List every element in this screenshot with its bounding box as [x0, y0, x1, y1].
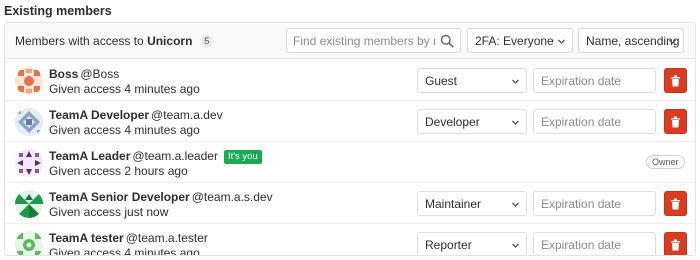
member-username: @team.a.dev [151, 108, 223, 122]
expiration-date-input[interactable] [533, 109, 656, 134]
avatar[interactable] [15, 190, 43, 218]
filter-2fa-label: 2FA: Everyone [475, 34, 554, 48]
trash-icon [671, 75, 680, 87]
member-access-time: Given access 4 minutes ago [49, 82, 200, 96]
members-panel: Members with access to Unicorn 5 2FA: Ev… [4, 22, 696, 256]
member-username: @team.a.tester [125, 231, 208, 245]
chevron-down-icon [669, 39, 676, 44]
remove-member-button[interactable] [664, 191, 687, 216]
chevron-down-icon [512, 79, 519, 84]
member-username: @team.a.s.dev [191, 190, 273, 204]
member-name[interactable]: Boss [49, 67, 78, 81]
role-dropdown[interactable]: Developer [417, 109, 527, 134]
trash-icon [671, 116, 680, 128]
role-label: Guest [425, 74, 458, 88]
chevron-down-icon [512, 202, 519, 207]
remove-member-button[interactable] [664, 232, 687, 255]
member-row: Boss @Boss Given access 4 minutes ago Gue… [5, 60, 695, 101]
members-heading: Members with access to Unicorn 5 [15, 34, 213, 48]
filter-2fa-dropdown[interactable]: 2FA: Everyone [467, 28, 573, 53]
its-you-badge: It's you [223, 150, 262, 164]
avatar[interactable] [15, 108, 43, 136]
avatar[interactable] [15, 231, 43, 255]
member-access-time: Given access 4 minutes ago [49, 123, 200, 137]
heading-prefix: Members with access to [15, 34, 144, 48]
expiration-date-input[interactable] [533, 68, 656, 93]
member-name[interactable]: TeamA Senior Developer [49, 190, 190, 204]
member-name[interactable]: TeamA Developer [49, 108, 149, 122]
trash-icon [671, 239, 680, 251]
avatar[interactable] [15, 149, 43, 177]
sort-dropdown[interactable]: Name, ascending [578, 28, 684, 53]
trash-icon [671, 198, 680, 210]
chevron-down-icon [558, 39, 565, 44]
member-access-time: Given access 4 minutes ago [49, 246, 200, 256]
section-title: Existing members [4, 4, 112, 18]
project-name: Unicorn [147, 34, 193, 48]
member-search [286, 28, 461, 53]
member-username: @team.a.leader [132, 149, 218, 163]
role-label: Developer [425, 115, 480, 129]
member-row: TeamA Leader @team.a.leader It's you Given… [5, 142, 695, 183]
chevron-down-icon [512, 120, 519, 125]
member-name[interactable]: TeamA tester [49, 231, 124, 245]
member-username: @Boss [80, 67, 120, 81]
member-search-input[interactable] [287, 29, 435, 52]
role-dropdown[interactable]: Maintainer [417, 191, 527, 216]
member-row: TeamA Senior Developer @team.a.s.dev Give… [5, 183, 695, 224]
member-count-badge: 5 [200, 35, 213, 48]
member-access-time: Given access 2 hours ago [49, 164, 188, 178]
sort-label: Name, ascending [586, 34, 680, 48]
role-dropdown[interactable]: Reporter [417, 232, 527, 255]
member-access-time: Given access just now [49, 205, 169, 219]
expiration-date-input[interactable] [533, 191, 656, 216]
member-row: TeamA tester @team.a.tester Given access … [5, 224, 695, 256]
avatar[interactable] [15, 67, 43, 95]
chevron-down-icon [512, 243, 519, 248]
remove-member-button[interactable] [664, 109, 687, 134]
member-row: TeamA Developer @team.a.dev Given access … [5, 101, 695, 142]
owner-badge: Owner [646, 155, 685, 169]
expiration-date-input[interactable] [533, 232, 656, 255]
role-dropdown[interactable]: Guest [417, 68, 527, 93]
remove-member-button[interactable] [664, 68, 687, 93]
search-icon[interactable] [440, 34, 454, 48]
role-label: Maintainer [425, 197, 482, 211]
role-label: Reporter [425, 238, 472, 252]
member-name[interactable]: TeamA Leader [49, 149, 130, 163]
members-header: Members with access to Unicorn 5 2FA: Ev… [5, 23, 695, 59]
